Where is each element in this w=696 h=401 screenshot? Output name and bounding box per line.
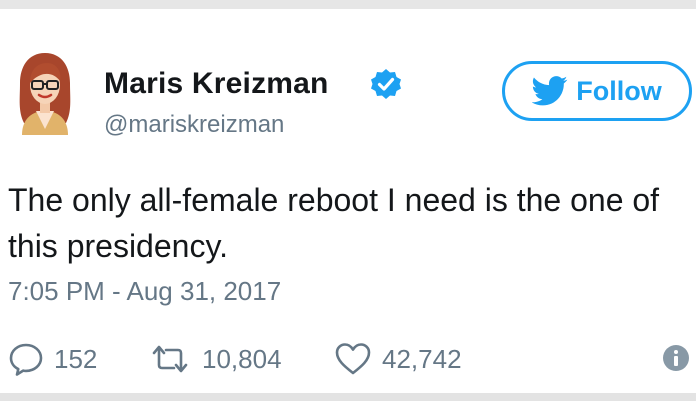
tweet-text: The only all-female reboot I need is the… [8,182,660,264]
bottom-divider [0,393,696,401]
tweet-card: Maris Kreizman @mariskreizman Follow The… [0,9,696,393]
like-count: 42,742 [382,343,462,374]
avatar[interactable] [14,49,76,135]
author-name[interactable]: Maris Kreizman [104,67,329,101]
avatar-illustration [19,53,71,135]
reply-count: 152 [54,343,98,374]
top-divider [0,0,696,9]
reply-action[interactable]: 152 [8,339,97,379]
tweet-actions: 152 10,804 42,742 [8,339,688,379]
follow-button[interactable]: Follow [502,61,692,121]
like-action[interactable]: 42,742 [334,339,462,379]
retweet-action[interactable]: 10,804 [148,339,282,379]
author-handle[interactable]: @mariskreizman [104,111,284,139]
follow-button-label: Follow [576,75,662,106]
twitter-bird-icon [532,76,568,106]
info-circle-icon[interactable] [662,344,690,372]
tweet-timestamp[interactable]: 7:05 PM - Aug 31, 2017 [8,276,281,307]
speech-bubble-icon [9,343,43,376]
heart-icon [335,343,371,375]
retweet-count: 10,804 [202,343,282,374]
retweet-arrows-icon [152,345,188,373]
verified-badge-icon [371,69,401,99]
